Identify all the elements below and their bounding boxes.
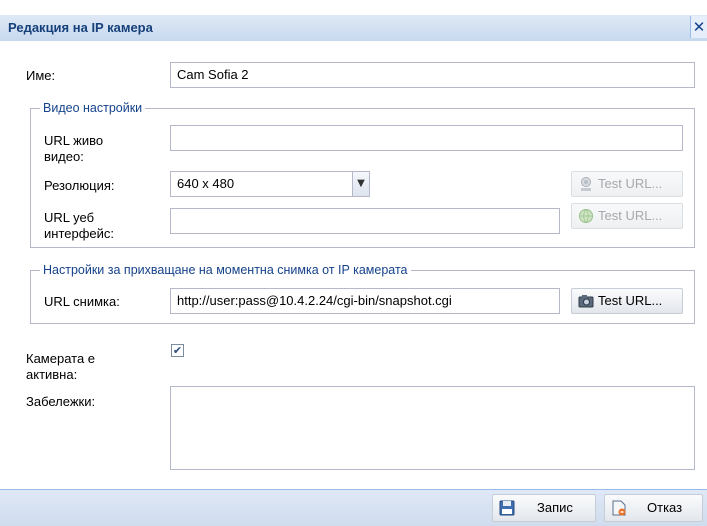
snapshot-settings-legend: Настройки за прихващане на моментна сним…	[40, 262, 411, 278]
web-url-label-line2: интерфейс:	[44, 226, 115, 241]
dialog-titlebar: Редакция на IP камера ✕	[0, 0, 707, 42]
name-label: Име:	[26, 68, 56, 83]
test-web-url-label: Test URL...	[598, 208, 663, 223]
dialog-footer: Запис Отказ	[0, 489, 707, 526]
cancel-button-label: Отказ	[647, 500, 683, 515]
name-input[interactable]: Cam Sofia 2	[170, 62, 695, 88]
test-live-url-button[interactable]: Test URL...	[571, 171, 683, 197]
snapshot-url-label: URL снимка:	[44, 294, 120, 309]
edit-ip-camera-dialog: Редакция на IP камера ✕ Име: Cam Sofia 2…	[0, 0, 707, 526]
active-label-line1: Камерата е	[26, 351, 96, 366]
notes-textarea[interactable]	[170, 386, 695, 470]
test-live-url-label: Test URL...	[598, 176, 663, 191]
test-snapshot-url-label: Test URL...	[598, 293, 663, 308]
cancel-button[interactable]: Отказ	[604, 494, 703, 522]
resolution-select[interactable]: 640 x 480	[170, 171, 353, 197]
globe-icon	[579, 209, 593, 223]
chevron-down-icon[interactable]: ▼	[353, 171, 370, 197]
video-settings-legend: Видео настройки	[40, 100, 146, 116]
save-button-label: Запис	[537, 500, 573, 515]
active-checkbox[interactable]: ✔	[171, 344, 184, 357]
web-url-label-line1: URL уеб	[44, 210, 95, 225]
dialog-title: Редакция на IP камера	[8, 20, 153, 35]
test-web-url-button[interactable]: Test URL...	[571, 203, 683, 229]
floppy-disk-icon	[499, 500, 515, 516]
notes-label: Забележки:	[26, 394, 96, 409]
active-label-line2: активна:	[26, 367, 78, 382]
snapshot-url-input[interactable]: http://user:pass@10.4.2.24/cgi-bin/snaps…	[170, 288, 560, 314]
camera-icon	[578, 295, 594, 308]
save-button[interactable]: Запис	[492, 494, 596, 522]
live-url-input[interactable]	[170, 125, 683, 151]
test-snapshot-url-button[interactable]: Test URL...	[571, 288, 683, 314]
webcam-icon	[581, 177, 591, 191]
live-url-label-line1: URL живо	[44, 133, 104, 148]
close-icon[interactable]: ✕	[690, 16, 707, 38]
web-url-input[interactable]	[170, 208, 560, 234]
resolution-label: Резолюция:	[44, 178, 115, 193]
live-url-label-line2: видео:	[44, 149, 84, 164]
cancel-document-icon	[612, 500, 626, 516]
